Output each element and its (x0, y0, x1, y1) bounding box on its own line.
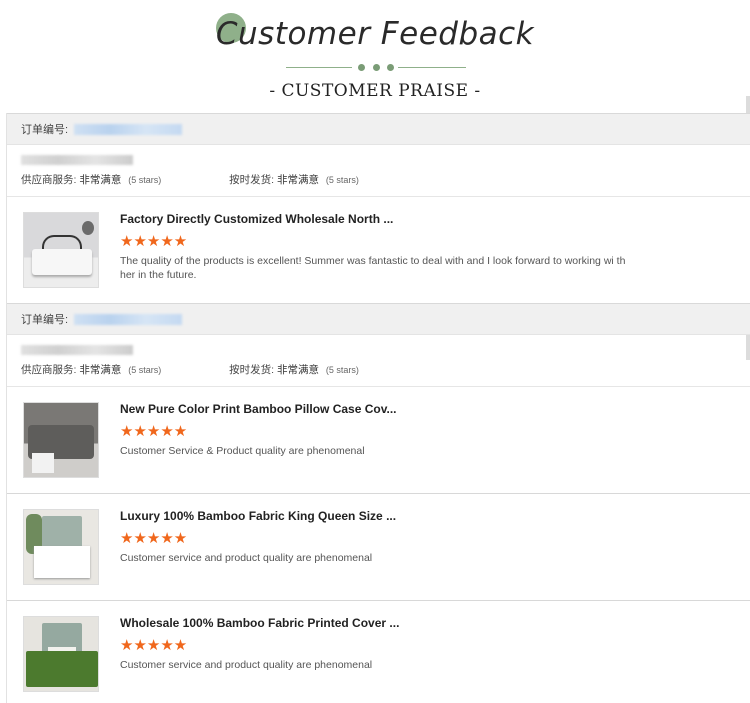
order-header: 订单编号: (7, 303, 750, 335)
page-subtitle: - CUSTOMER PRAISE - (269, 81, 481, 101)
product-thumbnail[interactable] (23, 402, 99, 478)
shipping-label: 按时发货: (229, 364, 275, 376)
review-text: The quality of the products is excellent… (120, 255, 626, 281)
page-title: Customer Feedback (215, 16, 535, 52)
order-ratings: 供应商服务: 非常满意 (5 stars) 按时发货: 非常满意 (5 star… (21, 172, 359, 187)
review-text: Customer Service & Product quality are p… (120, 445, 365, 457)
star-rating-icon: ★★★★★ (120, 233, 188, 250)
list-item: Wholesale 100% Bamboo Fabric Printed Cov… (7, 601, 750, 703)
order-number-label: 订单编号: (21, 314, 69, 326)
shipping-value: 非常满意 (276, 174, 319, 186)
order-number-value-redacted (74, 123, 183, 135)
shipping-value: 非常满意 (276, 364, 319, 376)
supplier-service-label: 供应商服务: (21, 364, 77, 376)
list-item: New Pure Color Print Bamboo Pillow Case … (7, 387, 750, 494)
review-text: Customer service and product quality are… (120, 659, 373, 671)
shipping-stars: (5 stars) (325, 365, 359, 375)
list-item: Factory Directly Customized Wholesale No… (7, 197, 750, 304)
product-thumbnail[interactable] (23, 212, 99, 288)
order-card: 订单编号: 供应商服务: 非常满意 (5 stars) 按时发货: 非常满意 (… (6, 303, 750, 703)
shipping-label: 按时发货: (229, 174, 275, 186)
supplier-service-value: 非常满意 (79, 174, 122, 186)
page-header: Customer Feedback - CUSTOMER PRAISE - (0, 0, 750, 110)
order-info: 供应商服务: 非常满意 (5 stars) 按时发货: 非常满意 (5 star… (7, 145, 750, 197)
review-text: Customer service and product quality are… (120, 552, 373, 564)
order-number-value-redacted (74, 313, 183, 325)
star-rating-icon: ★★★★★ (120, 423, 188, 440)
shop-name-redacted (21, 345, 133, 355)
star-rating-icon: ★★★★★ (120, 637, 188, 654)
product-title-link[interactable]: New Pure Color Print Bamboo Pillow Case … (120, 402, 397, 416)
product-thumbnail[interactable] (23, 509, 99, 585)
order-header: 订单编号: (7, 113, 750, 145)
supplier-service-stars: (5 stars) (128, 365, 162, 375)
divider-dots-icon (358, 64, 394, 72)
divider-line-left (286, 67, 352, 68)
supplier-service-stars: (5 stars) (128, 175, 162, 185)
star-rating-icon: ★★★★★ (120, 530, 188, 547)
shipping-stars: (5 stars) (325, 175, 359, 185)
product-title-link[interactable]: Luxury 100% Bamboo Fabric King Queen Siz… (120, 509, 396, 523)
shop-name-redacted (21, 155, 133, 165)
order-info: 供应商服务: 非常满意 (5 stars) 按时发货: 非常满意 (5 star… (7, 335, 750, 387)
product-thumbnail[interactable] (23, 616, 99, 692)
order-card: 订单编号: 供应商服务: 非常满意 (5 stars) 按时发货: 非常满意 (… (6, 113, 750, 304)
order-number-label: 订单编号: (21, 124, 69, 136)
divider-line-right (398, 67, 466, 68)
order-ratings: 供应商服务: 非常满意 (5 stars) 按时发货: 非常满意 (5 star… (21, 362, 359, 377)
supplier-service-value: 非常满意 (79, 364, 122, 376)
list-item: Luxury 100% Bamboo Fabric King Queen Siz… (7, 494, 750, 601)
supplier-service-label: 供应商服务: (21, 174, 77, 186)
product-title-link[interactable]: Wholesale 100% Bamboo Fabric Printed Cov… (120, 616, 399, 630)
product-title-link[interactable]: Factory Directly Customized Wholesale No… (120, 212, 393, 226)
